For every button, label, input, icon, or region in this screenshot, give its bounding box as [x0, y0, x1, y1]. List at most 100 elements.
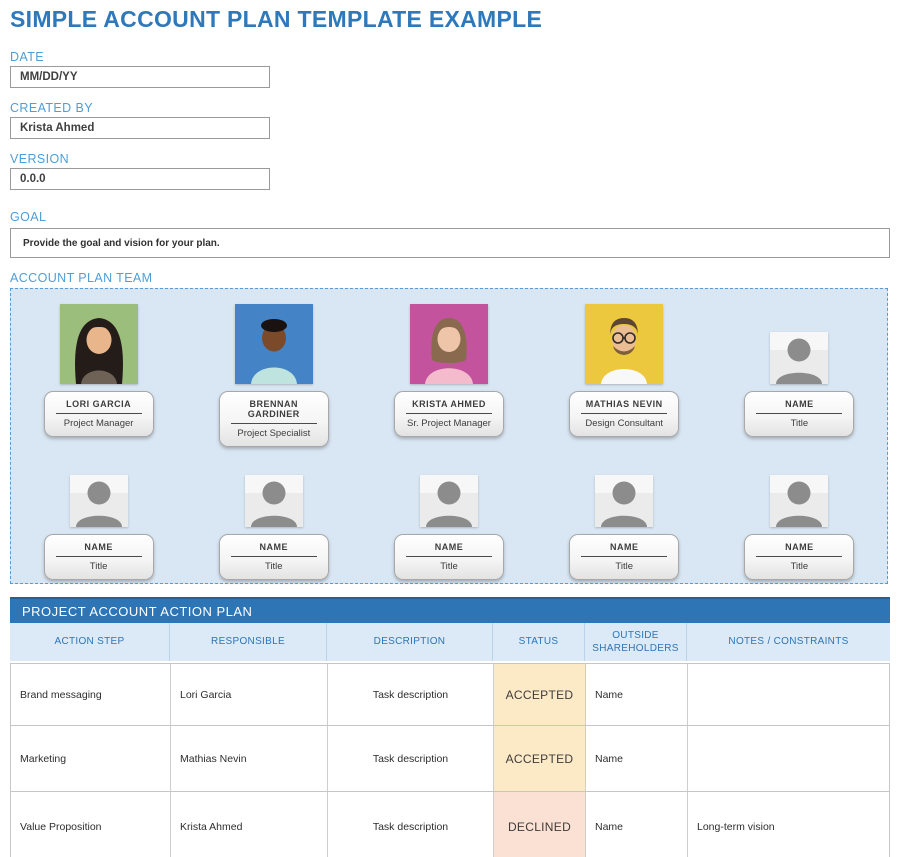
man-glasses-beard-photo [585, 304, 663, 384]
team-member-card: NAME Title [569, 534, 679, 580]
person-silhouette-icon [770, 332, 828, 384]
table-row: Brand messaging Lori Garcia Task descrip… [11, 663, 889, 725]
team-member-card: NAME Title [219, 534, 329, 580]
card-divider [231, 556, 317, 557]
card-divider [581, 556, 667, 557]
team-member-cell: NAME Title [712, 304, 887, 447]
created-by-label: CREATED BY [10, 101, 93, 115]
status-badge: ACCEPTED [494, 664, 586, 725]
col-header-action-step: ACTION STEP [10, 623, 170, 661]
card-divider [581, 413, 667, 414]
cell-notes [688, 664, 889, 725]
member-photo [770, 304, 828, 384]
member-title: Title [224, 561, 324, 572]
team-section-label: ACCOUNT PLAN TEAM [10, 271, 152, 285]
cell-description: Task description [328, 792, 494, 857]
date-input[interactable]: MM/DD/YY [10, 66, 270, 88]
member-title: Design Consultant [574, 418, 674, 429]
cell-responsible: Lori Garcia [171, 664, 328, 725]
member-title: Project Manager [49, 418, 149, 429]
member-name: LORI GARCIA [49, 399, 149, 409]
person-silhouette-icon [70, 475, 128, 527]
version-input[interactable]: 0.0.0 [10, 168, 270, 190]
member-photo [245, 473, 303, 527]
card-divider [231, 423, 317, 424]
card-divider [406, 556, 492, 557]
team-member-cell: LORI GARCIA Project Manager [11, 304, 186, 447]
team-row-2: NAME Title NAME Title [11, 473, 887, 580]
cell-action-step: Brand messaging [11, 664, 171, 725]
cell-notes: Long-term vision [688, 792, 889, 857]
member-photo [70, 473, 128, 527]
person-silhouette-icon [245, 475, 303, 527]
member-name: KRISTA AHMED [399, 399, 499, 409]
account-plan-page: SIMPLE ACCOUNT PLAN TEMPLATE EXAMPLE DAT… [0, 0, 900, 857]
page-title: SIMPLE ACCOUNT PLAN TEMPLATE EXAMPLE [10, 6, 542, 33]
card-divider [756, 556, 842, 557]
person-silhouette-icon [770, 475, 828, 527]
col-header-outside-shareholders: OUTSIDE SHAREHOLDERS [585, 623, 687, 661]
team-member-cell: NAME Title [11, 473, 186, 580]
team-member-cell: KRISTA AHMED Sr. Project Manager [361, 304, 536, 447]
team-member-cell: NAME Title [186, 473, 361, 580]
team-member-card: BRENNAN GARDINER Project Specialist [219, 391, 329, 447]
member-photo [585, 304, 663, 384]
member-title: Title [49, 561, 149, 572]
card-divider [406, 413, 492, 414]
cell-action-step: Value Proposition [11, 792, 171, 857]
member-title: Sr. Project Manager [399, 418, 499, 429]
team-member-card: MATHIAS NEVIN Design Consultant [569, 391, 679, 437]
member-photo [595, 473, 653, 527]
member-photo [235, 304, 313, 384]
cell-outside-shareholders: Name [586, 664, 688, 725]
card-divider [756, 413, 842, 414]
cell-responsible: Mathias Nevin [171, 726, 328, 791]
member-title: Title [399, 561, 499, 572]
woman-long-dark-hair-photo [60, 304, 138, 384]
member-name: NAME [399, 542, 499, 552]
table-row: Value Proposition Krista Ahmed Task desc… [11, 791, 889, 857]
member-title: Project Specialist [224, 428, 324, 439]
table-header-row: ACTION STEP RESPONSIBLE DESCRIPTION STAT… [10, 623, 890, 663]
member-name: NAME [749, 542, 849, 552]
cell-notes [688, 726, 889, 791]
col-header-status: STATUS [493, 623, 585, 661]
goal-input[interactable]: Provide the goal and vision for your pla… [10, 228, 890, 258]
card-divider [56, 413, 142, 414]
table-body: Brand messaging Lori Garcia Task descrip… [10, 663, 890, 857]
member-name: NAME [749, 399, 849, 409]
member-name: NAME [49, 542, 149, 552]
team-member-card: KRISTA AHMED Sr. Project Manager [394, 391, 504, 437]
member-photo [60, 304, 138, 384]
team-member-card: NAME Title [394, 534, 504, 580]
team-member-cell: NAME Title [537, 473, 712, 580]
cell-description: Task description [328, 664, 494, 725]
team-member-card: LORI GARCIA Project Manager [44, 391, 154, 437]
action-plan-table: PROJECT ACCOUNT ACTION PLAN ACTION STEP … [10, 597, 890, 857]
goal-label: GOAL [10, 210, 46, 224]
version-label: VERSION [10, 152, 69, 166]
cell-outside-shareholders: Name [586, 792, 688, 857]
team-member-cell: NAME Title [712, 473, 887, 580]
member-photo [770, 473, 828, 527]
member-name: BRENNAN GARDINER [224, 399, 324, 419]
team-member-cell: MATHIAS NEVIN Design Consultant [537, 304, 712, 447]
created-by-input[interactable]: Krista Ahmed [10, 117, 270, 139]
team-member-cell: NAME Title [361, 473, 536, 580]
team-member-card: NAME Title [744, 391, 854, 437]
team-member-card: NAME Title [44, 534, 154, 580]
status-badge: ACCEPTED [494, 726, 586, 791]
status-badge: DECLINED [494, 792, 586, 857]
member-title: Title [749, 561, 849, 572]
card-divider [56, 556, 142, 557]
member-title: Title [574, 561, 674, 572]
member-photo [420, 473, 478, 527]
woman-brown-hair-photo [410, 304, 488, 384]
member-title: Title [749, 418, 849, 429]
cell-action-step: Marketing [11, 726, 171, 791]
man-short-hair-photo [235, 304, 313, 384]
date-label: DATE [10, 50, 44, 64]
member-name: NAME [574, 542, 674, 552]
cell-description: Task description [328, 726, 494, 791]
table-row: Marketing Mathias Nevin Task description… [11, 725, 889, 791]
